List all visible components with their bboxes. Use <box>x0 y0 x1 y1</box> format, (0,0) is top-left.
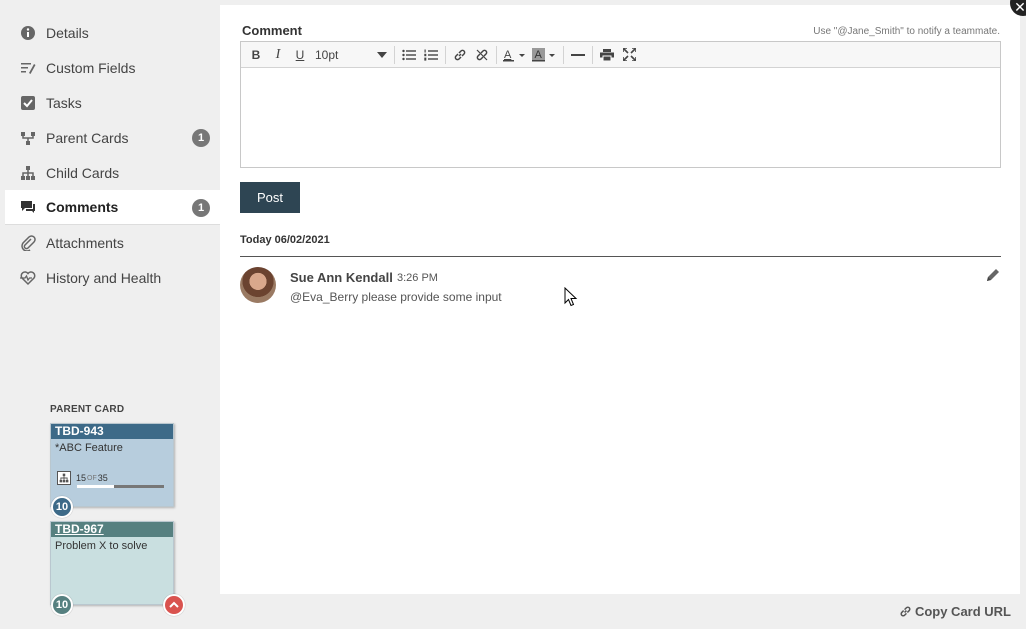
count-badge: 1 <box>192 129 210 147</box>
sidebar-item-label: Custom Fields <box>46 59 136 76</box>
comments-panel: Comment Use "@Jane_Smith" to notify a te… <box>220 5 1020 594</box>
comment-label: Comment <box>242 23 302 38</box>
comment-author: Sue Ann Kendall <box>290 270 393 285</box>
progress-done: 15 <box>76 473 87 483</box>
progress-total: 35 <box>97 473 108 483</box>
underline-icon[interactable]: U <box>289 45 311 65</box>
horizontal-rule-icon[interactable] <box>567 45 589 65</box>
heart-icon <box>19 269 37 287</box>
card-progress: 15 OF 35 <box>57 471 108 485</box>
unlink-icon[interactable] <box>471 45 493 65</box>
print-icon[interactable] <box>596 45 618 65</box>
sidebar-nav: Details Custom Fields Tasks Parent Cards… <box>5 15 220 295</box>
font-size-select[interactable]: 10pt <box>311 45 391 65</box>
paperclip-icon <box>19 234 37 252</box>
editor-toolbar: B I U 10pt A A <box>241 42 1000 68</box>
copy-card-url-label: Copy Card URL <box>914 604 1011 619</box>
sidebar-item-history-health[interactable]: History and Health <box>5 260 220 295</box>
sidebar-item-label: Attachments <box>46 234 124 251</box>
avatar <box>240 267 276 303</box>
custom-fields-icon <box>19 59 37 77</box>
parent-card[interactable]: TBD-943 *ABC Feature 15 OF 35 <box>50 423 174 507</box>
sidebar-item-custom-fields[interactable]: Custom Fields <box>5 50 220 85</box>
progress-bar <box>77 485 164 488</box>
bold-icon[interactable]: B <box>245 45 267 65</box>
progress-bar-fill <box>77 485 115 488</box>
italic-icon[interactable]: I <box>267 45 289 65</box>
parent-card[interactable]: TBD-967 Problem X to solve <box>50 521 174 605</box>
caret-down-icon <box>377 51 387 58</box>
sidebar-item-comments[interactable]: Comments 1 <box>5 190 220 225</box>
sidebar: Details Custom Fields Tasks Parent Cards… <box>0 0 220 629</box>
child-cards-icon <box>19 164 37 182</box>
card-count-badge: 10 <box>51 496 73 518</box>
comment-editor: B I U 10pt A A <box>240 41 1001 168</box>
card-count-badge: 10 <box>51 594 73 616</box>
chevron-up-icon[interactable] <box>163 594 185 616</box>
sidebar-item-tasks[interactable]: Tasks <box>5 85 220 120</box>
comments-icon <box>19 198 37 216</box>
date-group-label: Today 06/02/2021 <box>240 234 330 246</box>
sidebar-item-parent-cards[interactable]: Parent Cards 1 <box>5 120 220 155</box>
copy-card-url-link[interactable]: Copy Card URL <box>899 604 1011 619</box>
svg-text:A: A <box>535 49 543 61</box>
toolbar-divider <box>445 45 446 64</box>
pencil-icon[interactable] <box>985 267 1001 283</box>
sidebar-item-label: Parent Cards <box>46 129 129 146</box>
progress-of: OF <box>87 474 97 482</box>
toolbar-divider <box>394 45 395 64</box>
mention-hint: Use "@Jane_Smith" to notify a teammate. <box>813 26 1000 37</box>
post-button[interactable]: Post <box>240 182 300 213</box>
comment-text: @Eva_Berry please provide some input <box>290 290 502 304</box>
divider <box>240 256 1001 257</box>
sidebar-item-label: Tasks <box>46 94 82 111</box>
info-icon <box>19 24 37 42</box>
svg-text:A: A <box>504 49 512 61</box>
parent-card-heading: PARENT CARD <box>50 404 125 415</box>
sidebar-item-attachments[interactable]: Attachments <box>5 225 220 260</box>
link-icon <box>900 606 911 617</box>
toolbar-divider <box>496 45 497 64</box>
sidebar-item-label: History and Health <box>46 269 162 286</box>
background-color-icon[interactable]: A <box>530 45 560 65</box>
card-title: Problem X to solve <box>55 540 148 552</box>
sidebar-item-details[interactable]: Details <box>5 15 220 50</box>
mouse-cursor-icon <box>564 286 578 312</box>
sidebar-item-label: Details <box>46 24 89 41</box>
comment-time: 3:26 PM <box>397 272 438 284</box>
toolbar-divider <box>592 45 593 64</box>
link-icon[interactable] <box>449 45 471 65</box>
fullscreen-icon[interactable] <box>618 45 640 65</box>
toolbar-divider <box>563 45 564 64</box>
bullet-list-icon[interactable] <box>398 45 420 65</box>
sidebar-item-label: Comments <box>46 199 119 215</box>
comment-textarea[interactable] <box>241 68 1000 168</box>
checkbox-icon <box>19 94 37 112</box>
font-size-value: 10pt <box>315 47 339 62</box>
text-color-icon[interactable]: A <box>500 45 530 65</box>
card-id[interactable]: TBD-943 <box>51 424 173 439</box>
card-title: *ABC Feature <box>55 442 123 454</box>
child-cards-icon <box>57 471 71 485</box>
numbered-list-icon[interactable] <box>420 45 442 65</box>
count-badge: 1 <box>192 199 210 217</box>
parent-cards-icon <box>19 129 37 147</box>
sidebar-item-child-cards[interactable]: Child Cards <box>5 155 220 190</box>
card-id[interactable]: TBD-967 <box>51 522 173 537</box>
sidebar-item-label: Child Cards <box>46 164 120 181</box>
